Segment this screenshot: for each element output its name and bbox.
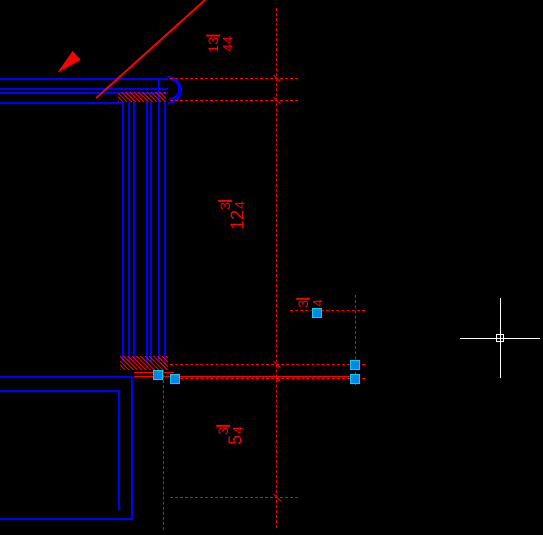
frame-edge[interactable] bbox=[118, 390, 120, 510]
dimension-value[interactable]: 1234 bbox=[218, 200, 247, 230]
stile-edge[interactable] bbox=[133, 102, 135, 362]
rail-edge[interactable] bbox=[0, 88, 168, 90]
leader-line[interactable] bbox=[95, 0, 215, 99]
connection-hatch[interactable] bbox=[120, 356, 168, 370]
dim-whole: 5 bbox=[225, 435, 245, 445]
stile-edge[interactable] bbox=[150, 102, 152, 362]
grip-handle[interactable] bbox=[312, 308, 322, 318]
frame-edge[interactable] bbox=[0, 518, 133, 520]
dimension-value[interactable]: 34 bbox=[296, 298, 325, 308]
rail-edge[interactable] bbox=[0, 102, 122, 104]
stile-edge[interactable] bbox=[122, 102, 124, 362]
connection-hatch[interactable] bbox=[118, 92, 166, 102]
dim-whole: 12 bbox=[227, 210, 247, 230]
extension-line[interactable] bbox=[170, 364, 365, 365]
dimension-line[interactable] bbox=[355, 295, 356, 385]
extension-line[interactable] bbox=[290, 310, 365, 311]
grip-handle[interactable] bbox=[350, 374, 360, 384]
frame-edge[interactable] bbox=[0, 390, 118, 392]
dimension-line[interactable] bbox=[276, 8, 277, 528]
leader-arrow-icon bbox=[53, 51, 80, 77]
grip-handle[interactable] bbox=[170, 374, 180, 384]
detail-line[interactable] bbox=[134, 376, 359, 377]
dimension-value[interactable]: 534 bbox=[216, 425, 245, 445]
extension-line[interactable] bbox=[163, 370, 164, 530]
rail-edge[interactable] bbox=[0, 78, 168, 80]
dimension-value[interactable]: 1344 bbox=[206, 35, 235, 53]
frame-edge[interactable] bbox=[131, 376, 133, 520]
stile-edge[interactable] bbox=[128, 102, 130, 362]
cursor-pickbox-icon bbox=[496, 334, 504, 342]
stile-edge[interactable] bbox=[164, 102, 166, 364]
cad-model-space[interactable]: 1344 1234 534 34 bbox=[0, 0, 543, 535]
extension-line[interactable] bbox=[170, 378, 365, 379]
stile-edge[interactable] bbox=[146, 102, 148, 362]
grip-handle[interactable] bbox=[153, 370, 163, 380]
grip-handle[interactable] bbox=[350, 360, 360, 370]
stile-edge[interactable] bbox=[158, 78, 160, 362]
frame-edge[interactable] bbox=[0, 376, 133, 378]
